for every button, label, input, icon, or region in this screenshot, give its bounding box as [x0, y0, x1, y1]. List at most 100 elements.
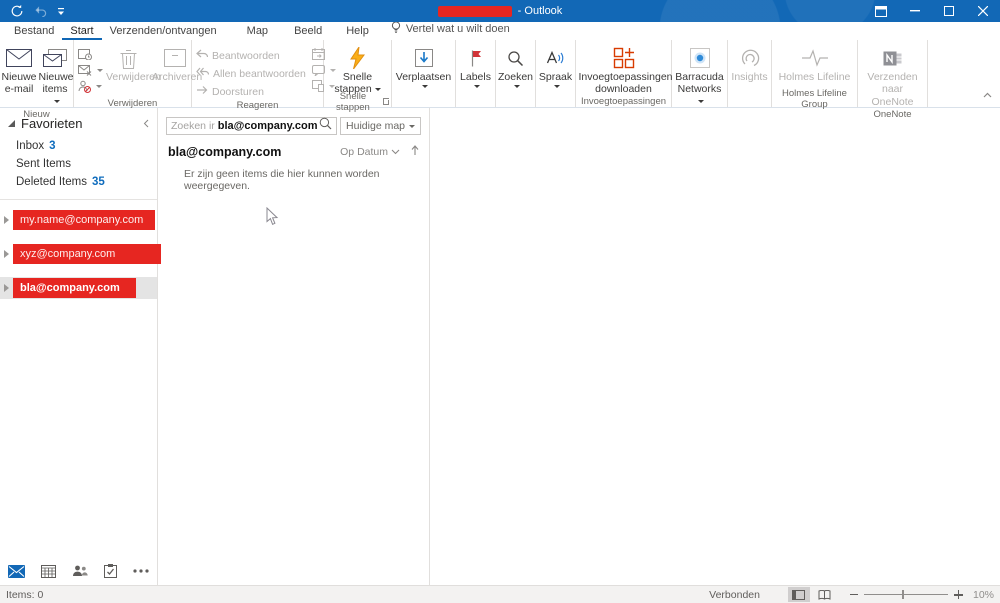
find-button[interactable]: Zoeken	[497, 43, 535, 88]
new-items-label: Nieuwe items	[39, 71, 74, 95]
folder-inbox[interactable]: Inbox 3	[0, 137, 157, 155]
ignore-button[interactable]	[78, 46, 103, 62]
favorites-header[interactable]: Favorieten	[0, 108, 157, 137]
new-email-button[interactable]: Nieuwe e-mail	[1, 43, 38, 96]
message-list-pane: Zoeken ir bla@company.com Huidige map bl…	[158, 108, 430, 585]
tab-map[interactable]: Map	[239, 24, 276, 40]
ribbon-group-nieuw: Nieuwe e-mail Nieuwe items Nieuw	[0, 40, 74, 107]
insights-icon	[740, 45, 760, 71]
search-input[interactable]: Zoeken ir bla@company.com	[166, 117, 337, 135]
tags-button[interactable]: Labels	[457, 43, 495, 88]
holmes-lifeline-button[interactable]: Holmes Lifeline	[774, 43, 856, 83]
connection-status: Verbonden	[709, 589, 760, 601]
forward-button[interactable]: Doorsturen	[196, 84, 306, 99]
ribbon-group-holmes: Holmes Lifeline Holmes Lifeline Group	[772, 40, 858, 107]
minimize-button[interactable]	[898, 0, 932, 22]
quick-steps-icon	[349, 45, 366, 71]
lifeline-icon	[801, 45, 829, 71]
forward-label: Doorsturen	[212, 86, 264, 98]
dropdown-caret-icon	[54, 100, 60, 103]
ribbon-group-labels: Labels	[456, 40, 496, 107]
zoom-slider[interactable]	[864, 594, 948, 595]
new-email-label: Nieuwe e-mail	[2, 71, 37, 95]
junk-button[interactable]	[78, 78, 103, 94]
reading-pane	[430, 108, 1000, 585]
move-button[interactable]: Verplaatsen	[394, 43, 454, 88]
holmes-lifeline-label: Holmes Lifeline	[779, 71, 851, 83]
account-row-1[interactable]: my.name@company.com	[0, 209, 157, 231]
navigation-bar	[8, 564, 149, 578]
dialog-launcher-icon[interactable]	[383, 98, 389, 105]
tab-beeld[interactable]: Beeld	[286, 24, 330, 40]
folder-sent-items[interactable]: Sent Items	[0, 155, 157, 173]
quick-steps-button[interactable]: Snelle stappen	[331, 43, 385, 96]
zoom-slider-thumb[interactable]	[902, 590, 904, 599]
sort-by-label[interactable]: Op Datum	[340, 146, 388, 158]
collapse-ribbon-icon[interactable]	[983, 85, 992, 103]
account-expand-icon[interactable]	[4, 284, 9, 292]
inbox-label: Inbox	[16, 140, 44, 152]
reply-all-button[interactable]: Allen beantwoorden	[196, 66, 306, 81]
delete-button[interactable]: Verwijderen	[105, 43, 151, 83]
new-items-button[interactable]: Nieuwe items	[38, 43, 73, 108]
nav-people-icon[interactable]	[72, 565, 88, 577]
dropdown-caret-icon	[474, 85, 480, 88]
search-icon[interactable]	[319, 117, 332, 135]
zoom-percentage[interactable]: 10%	[973, 589, 994, 601]
dropdown-caret-icon	[409, 125, 415, 128]
qat-customize-icon[interactable]	[57, 7, 65, 16]
dropdown-caret-icon	[698, 100, 704, 103]
ribbon-display-options-button[interactable]	[864, 0, 898, 22]
zoom-out-button[interactable]	[850, 594, 858, 596]
quick-access-toolbar	[0, 4, 65, 18]
folder-pane-minimize-icon[interactable]	[143, 116, 149, 131]
maximize-button[interactable]	[932, 0, 966, 22]
tab-help[interactable]: Help	[338, 24, 377, 40]
nav-more-icon[interactable]	[133, 569, 149, 573]
folder-deleted-items[interactable]: Deleted Items 35	[0, 173, 157, 191]
dropdown-caret-icon	[97, 69, 103, 72]
nav-calendar-icon[interactable]	[41, 565, 56, 578]
search-scope-dropdown[interactable]: Huidige map	[340, 117, 421, 135]
ribbon-group-verplaatsen: Verplaatsen	[392, 40, 456, 107]
sort-direction-icon[interactable]	[411, 145, 419, 159]
insights-button[interactable]: Insights	[729, 43, 771, 83]
dropdown-caret-icon	[96, 85, 102, 88]
barracuda-button[interactable]: Barracuda Networks	[673, 43, 727, 108]
tab-verzenden-ontvangen[interactable]: Verzenden/ontvangen	[102, 24, 225, 40]
undo-icon[interactable]	[34, 5, 47, 17]
tab-bestand[interactable]: Bestand	[6, 24, 62, 40]
zoom-control: 10%	[850, 589, 994, 601]
move-icon	[414, 45, 434, 71]
account-row-3[interactable]: bla@company.com	[0, 277, 157, 299]
account-3-name: bla@company.com	[13, 278, 136, 298]
view-normal-button[interactable]	[788, 587, 810, 602]
zoom-in-button[interactable]	[954, 590, 963, 599]
account-expand-icon[interactable]	[4, 216, 9, 224]
nav-tasks-icon[interactable]	[104, 564, 117, 578]
reply-button[interactable]: Beantwoorden	[196, 48, 306, 63]
send-receive-icon[interactable]	[10, 4, 24, 18]
view-reading-button[interactable]	[814, 587, 836, 602]
group-label-onenote: OneNote	[873, 109, 911, 120]
ribbon-group-reageren: Beantwoorden Allen beantwoorden Doorstur…	[192, 40, 324, 107]
sort-dropdown-icon[interactable]	[391, 146, 400, 158]
close-button[interactable]	[966, 0, 1000, 22]
speech-button[interactable]: Spraak	[537, 43, 575, 88]
favorites-expand-icon[interactable]	[8, 120, 15, 127]
search-placeholder: Zoeken ir	[171, 120, 215, 132]
item-count: Items: 0	[6, 589, 43, 601]
nav-mail-icon[interactable]	[8, 565, 25, 578]
account-row-2[interactable]: xyz@company.com	[0, 243, 157, 265]
dropdown-caret-icon	[514, 85, 520, 88]
ribbon-group-snelle-stappen: Snelle stappen Snelle stappen	[324, 40, 392, 107]
ribbon: Nieuwe e-mail Nieuwe items Nieuw	[0, 40, 1000, 108]
barracuda-icon	[690, 45, 710, 71]
cleanup-button[interactable]	[78, 62, 103, 78]
tab-start[interactable]: Start	[62, 24, 101, 40]
send-to-onenote-button[interactable]: Verzenden naar OneNote	[860, 43, 926, 108]
account-expand-icon[interactable]	[4, 250, 9, 258]
get-addins-button[interactable]: Invoegtoepassingen downloaden	[578, 43, 670, 96]
find-label: Zoeken	[498, 71, 533, 83]
tell-me-box[interactable]: Vertel wat u wilt doen	[391, 21, 510, 40]
